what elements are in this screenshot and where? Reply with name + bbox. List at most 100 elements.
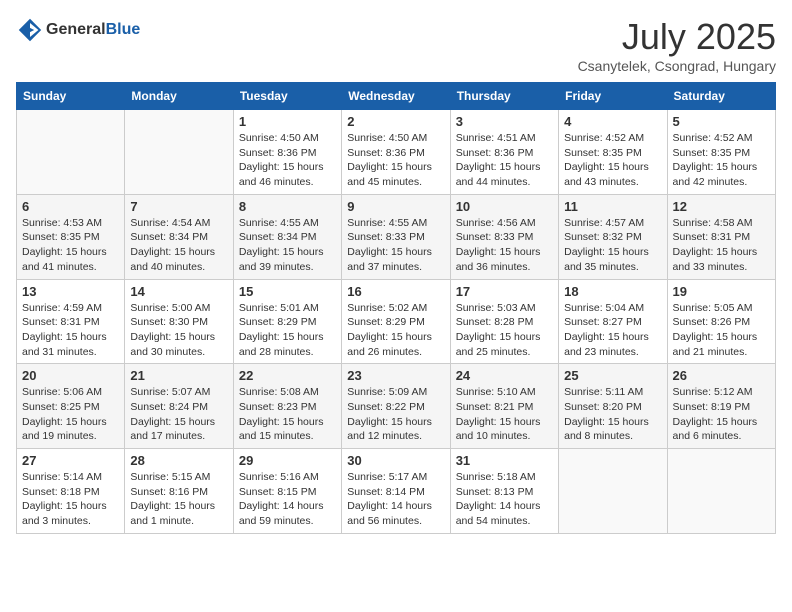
calendar-cell: 16 Sunrise: 5:02 AM Sunset: 8:29 PM Dayli… [342,279,450,364]
day-info: Sunrise: 4:55 AM Sunset: 8:33 PM Dayligh… [347,216,444,275]
day-number: 24 [456,368,553,383]
weekday-header-friday: Friday [559,83,667,110]
title-block: July 2025 Csanytelek, Csongrad, Hungary [578,16,776,74]
day-info: Sunrise: 5:12 AM Sunset: 8:19 PM Dayligh… [673,385,770,444]
calendar-cell: 14 Sunrise: 5:00 AM Sunset: 8:30 PM Dayli… [125,279,233,364]
day-number: 6 [22,199,119,214]
calendar-cell [667,449,775,534]
day-info: Sunrise: 5:09 AM Sunset: 8:22 PM Dayligh… [347,385,444,444]
weekday-header-sunday: Sunday [17,83,125,110]
day-number: 8 [239,199,336,214]
day-number: 14 [130,284,227,299]
calendar-cell [17,110,125,195]
day-info: Sunrise: 5:11 AM Sunset: 8:20 PM Dayligh… [564,385,661,444]
day-number: 15 [239,284,336,299]
day-info: Sunrise: 5:00 AM Sunset: 8:30 PM Dayligh… [130,301,227,360]
calendar-cell: 31 Sunrise: 5:18 AM Sunset: 8:13 PM Dayli… [450,449,558,534]
day-number: 26 [673,368,770,383]
day-number: 19 [673,284,770,299]
calendar-cell: 18 Sunrise: 5:04 AM Sunset: 8:27 PM Dayli… [559,279,667,364]
calendar-cell: 21 Sunrise: 5:07 AM Sunset: 8:24 PM Dayli… [125,364,233,449]
calendar-cell: 29Sunrise: 5:16 AM Sunset: 8:15 PM Dayli… [233,449,341,534]
day-number: 28 [130,453,227,468]
day-info: Sunrise: 4:56 AM Sunset: 8:33 PM Dayligh… [456,216,553,275]
day-number: 27 [22,453,119,468]
day-info: Sunrise: 4:59 AM Sunset: 8:31 PM Dayligh… [22,301,119,360]
day-number: 2 [347,114,444,129]
logo: General Blue [16,16,140,44]
day-info: Sunrise: 5:14 AM Sunset: 8:18 PM Dayligh… [22,470,119,529]
day-number: 5 [673,114,770,129]
calendar-table: SundayMondayTuesdayWednesdayThursdayFrid… [16,82,776,534]
day-info: Sunrise: 4:52 AM Sunset: 8:35 PM Dayligh… [564,131,661,190]
day-number: 29 [239,453,336,468]
calendar-cell: 19Sunrise: 5:05 AM Sunset: 8:26 PM Dayli… [667,279,775,364]
calendar-week-row: 27 Sunrise: 5:14 AM Sunset: 8:18 PM Dayli… [17,449,776,534]
day-number: 1 [239,114,336,129]
day-number: 12 [673,199,770,214]
month-title: July 2025 [578,16,776,58]
calendar-cell: 8 Sunrise: 4:55 AM Sunset: 8:34 PM Daylig… [233,194,341,279]
day-info: Sunrise: 5:01 AM Sunset: 8:29 PM Dayligh… [239,301,336,360]
day-info: Sunrise: 4:53 AM Sunset: 8:35 PM Dayligh… [22,216,119,275]
day-info: Sunrise: 5:17 AM Sunset: 8:14 PM Dayligh… [347,470,444,529]
day-info: Sunrise: 5:07 AM Sunset: 8:24 PM Dayligh… [130,385,227,444]
day-number: 23 [347,368,444,383]
day-number: 10 [456,199,553,214]
calendar-cell: 24Sunrise: 5:10 AM Sunset: 8:21 PM Dayli… [450,364,558,449]
day-number: 17 [456,284,553,299]
calendar-cell: 10 Sunrise: 4:56 AM Sunset: 8:33 PM Dayli… [450,194,558,279]
weekday-header-wednesday: Wednesday [342,83,450,110]
calendar-cell: 28 Sunrise: 5:15 AM Sunset: 8:16 PM Dayli… [125,449,233,534]
calendar-cell [125,110,233,195]
calendar-cell: 9 Sunrise: 4:55 AM Sunset: 8:33 PM Daylig… [342,194,450,279]
day-number: 21 [130,368,227,383]
calendar-cell: 15 Sunrise: 5:01 AM Sunset: 8:29 PM Dayli… [233,279,341,364]
calendar-cell: 20 Sunrise: 5:06 AM Sunset: 8:25 PM Dayli… [17,364,125,449]
logo-icon [16,16,44,44]
day-info: Sunrise: 4:58 AM Sunset: 8:31 PM Dayligh… [673,216,770,275]
calendar-cell: 25Sunrise: 5:11 AM Sunset: 8:20 PM Dayli… [559,364,667,449]
day-info: Sunrise: 5:08 AM Sunset: 8:23 PM Dayligh… [239,385,336,444]
calendar-cell: 30 Sunrise: 5:17 AM Sunset: 8:14 PM Dayli… [342,449,450,534]
calendar-cell: 11Sunrise: 4:57 AM Sunset: 8:32 PM Dayli… [559,194,667,279]
day-number: 16 [347,284,444,299]
calendar-cell: 13 Sunrise: 4:59 AM Sunset: 8:31 PM Dayli… [17,279,125,364]
day-number: 30 [347,453,444,468]
location-text: Csanytelek, Csongrad, Hungary [578,58,776,74]
calendar-cell: 23 Sunrise: 5:09 AM Sunset: 8:22 PM Dayli… [342,364,450,449]
day-number: 4 [564,114,661,129]
calendar-cell: 7Sunrise: 4:54 AM Sunset: 8:34 PM Daylig… [125,194,233,279]
weekday-header-saturday: Saturday [667,83,775,110]
day-number: 13 [22,284,119,299]
day-number: 18 [564,284,661,299]
logo-general-text: General [46,21,106,39]
day-info: Sunrise: 5:06 AM Sunset: 8:25 PM Dayligh… [22,385,119,444]
day-info: Sunrise: 4:51 AM Sunset: 8:36 PM Dayligh… [456,131,553,190]
calendar-week-row: 13 Sunrise: 4:59 AM Sunset: 8:31 PM Dayli… [17,279,776,364]
calendar-cell: 6 Sunrise: 4:53 AM Sunset: 8:35 PM Daylig… [17,194,125,279]
day-info: Sunrise: 5:18 AM Sunset: 8:13 PM Dayligh… [456,470,553,529]
day-info: Sunrise: 4:54 AM Sunset: 8:34 PM Dayligh… [130,216,227,275]
logo-blue-text: Blue [106,21,141,39]
weekday-header-row: SundayMondayTuesdayWednesdayThursdayFrid… [17,83,776,110]
day-info: Sunrise: 4:50 AM Sunset: 8:36 PM Dayligh… [347,131,444,190]
calendar-cell: 2 Sunrise: 4:50 AM Sunset: 8:36 PM Daylig… [342,110,450,195]
calendar-cell: 22Sunrise: 5:08 AM Sunset: 8:23 PM Dayli… [233,364,341,449]
calendar-cell [559,449,667,534]
day-number: 3 [456,114,553,129]
day-number: 20 [22,368,119,383]
day-number: 31 [456,453,553,468]
calendar-cell: 4 Sunrise: 4:52 AM Sunset: 8:35 PM Daylig… [559,110,667,195]
weekday-header-tuesday: Tuesday [233,83,341,110]
weekday-header-monday: Monday [125,83,233,110]
day-info: Sunrise: 5:04 AM Sunset: 8:27 PM Dayligh… [564,301,661,360]
day-number: 9 [347,199,444,214]
day-info: Sunrise: 5:15 AM Sunset: 8:16 PM Dayligh… [130,470,227,529]
day-info: Sunrise: 4:52 AM Sunset: 8:35 PM Dayligh… [673,131,770,190]
calendar-week-row: 1 Sunrise: 4:50 AM Sunset: 8:36 PM Daylig… [17,110,776,195]
calendar-week-row: 6 Sunrise: 4:53 AM Sunset: 8:35 PM Daylig… [17,194,776,279]
weekday-header-thursday: Thursday [450,83,558,110]
day-info: Sunrise: 4:55 AM Sunset: 8:34 PM Dayligh… [239,216,336,275]
day-info: Sunrise: 5:02 AM Sunset: 8:29 PM Dayligh… [347,301,444,360]
